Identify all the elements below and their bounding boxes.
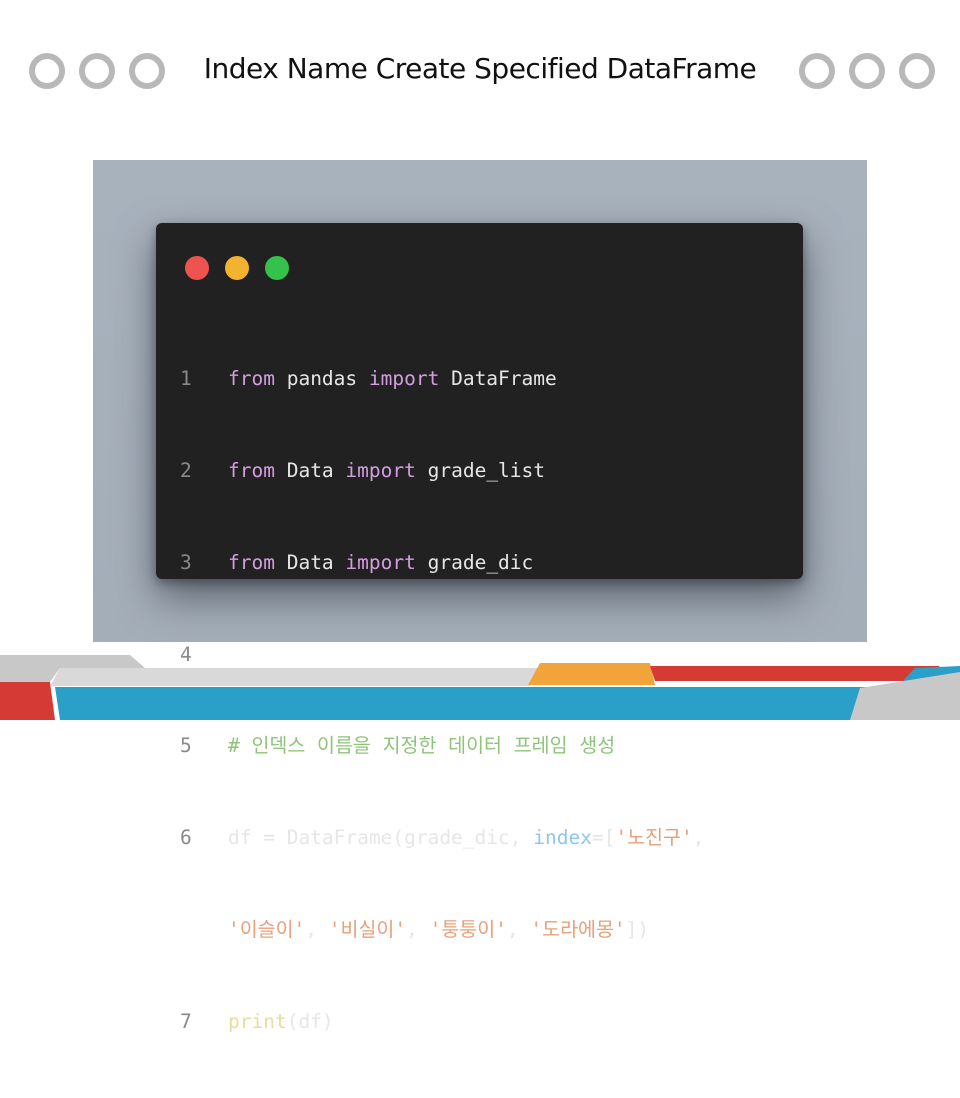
code-text: grade_list — [415, 458, 546, 482]
circle-icon — [799, 53, 835, 89]
code-text: , — [305, 917, 329, 941]
code-text: ]) — [625, 917, 650, 941]
close-dot-icon — [185, 256, 209, 280]
right-decorative-circles — [799, 53, 935, 89]
code-line: 7 print (df) — [180, 1007, 705, 1038]
string-literal: '노진구' — [615, 826, 693, 850]
keyword: import — [345, 458, 416, 482]
code-line: 6 df = DataFrame(grade_dic, index =['노진구'… — [180, 823, 705, 854]
code-screenshot-panel: 1 from pandas import DataFrame 2 from Da… — [93, 160, 867, 1033]
code-comment: # 인덱스 이름을 지정한 데이터 프레임 생성 — [228, 734, 616, 758]
code-text: , — [506, 917, 531, 941]
code-text: pandas — [274, 367, 369, 391]
line-number: 5 — [180, 734, 192, 758]
line-number: 7 — [180, 1009, 192, 1033]
circle-icon — [899, 53, 935, 89]
left-decorative-circles — [29, 53, 165, 89]
code-text: Data — [274, 550, 346, 574]
line-number: 2 — [180, 458, 192, 482]
code-text: =[ — [591, 826, 616, 850]
code-editor-window: 1 from pandas import DataFrame 2 from Da… — [156, 223, 803, 1033]
code-text: DataFrame — [439, 367, 557, 391]
code-text: Data — [274, 458, 346, 482]
code-text: df = DataFrame(grade_dic, — [228, 826, 534, 850]
keyword: import — [368, 367, 440, 391]
orange-stripe-shape — [528, 663, 655, 685]
circle-icon — [29, 53, 65, 89]
keyword-argument: index — [533, 826, 592, 850]
line-number: 1 — [180, 367, 192, 391]
code-text: grade_dic — [415, 550, 534, 574]
code-text: , — [692, 826, 705, 850]
red-stripe-shape — [650, 666, 940, 681]
code-line: 2 from Data import grade_list — [180, 456, 705, 487]
circle-icon — [79, 53, 115, 89]
slide-title: Index Name Create Specified DataFrame — [203, 52, 757, 85]
line-number: 3 — [180, 550, 192, 574]
code-line: 5 # 인덱스 이름을 지정한 데이터 프레임 생성 — [180, 731, 705, 762]
maximize-dot-icon — [265, 256, 289, 280]
bottom-decorative-stripes — [0, 655, 960, 720]
keyword: from — [228, 550, 275, 574]
code-text: (df) — [286, 1009, 334, 1033]
line-number: 6 — [180, 826, 192, 850]
circle-icon — [849, 53, 885, 89]
light-gray-stripe-shape — [50, 668, 540, 686]
code-text: , — [406, 917, 430, 941]
code-line-wrapped: '이슬이', '비실이', '퉁퉁이', '도라에몽']) — [180, 915, 705, 946]
window-controls — [185, 256, 289, 280]
circle-icon — [129, 53, 165, 89]
line-number-blank — [180, 915, 228, 946]
keyword: from — [228, 458, 275, 482]
blue-band-shape — [55, 687, 960, 720]
code-line: 3 from Data import grade_dic — [180, 548, 705, 579]
string-literal: '도라에몽' — [530, 917, 626, 941]
string-literal: '이슬이' — [228, 917, 306, 941]
keyword: from — [228, 367, 275, 391]
minimize-dot-icon — [225, 256, 249, 280]
red-stripe-shape — [0, 682, 55, 720]
string-literal: '비실이' — [328, 917, 407, 941]
string-literal: '퉁퉁이' — [429, 917, 507, 941]
code-line: 1 from pandas import DataFrame — [180, 364, 705, 395]
keyword: import — [345, 550, 416, 574]
builtin-function: print — [228, 1009, 287, 1033]
